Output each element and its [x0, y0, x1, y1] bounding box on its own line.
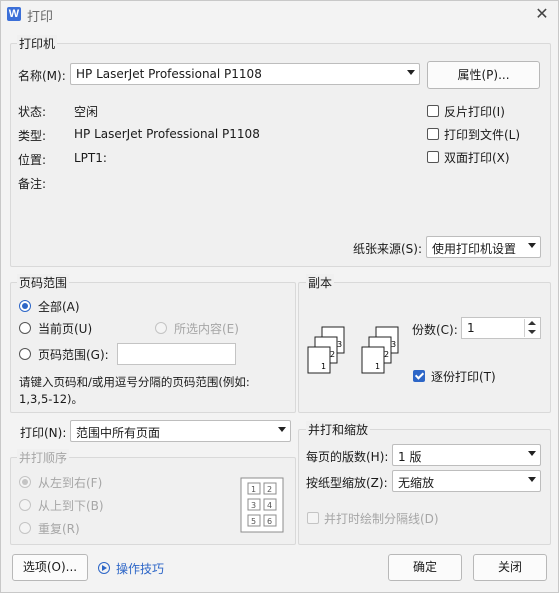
print-to-file-label[interactable]: 打印到文件(L) — [444, 126, 520, 143]
page-range-hint-line1: 请键入页码和/或用逗号分隔的页码范围(例如: — [19, 375, 250, 389]
copies-count-input[interactable]: 1 — [461, 317, 541, 339]
increment-arrow-icon[interactable] — [524, 319, 539, 328]
draw-separator-label[interactable]: 并打时绘制分隔线(D) — [324, 510, 439, 527]
title-bar: W 打印 ✕ — [1, 1, 558, 28]
page-stack-1: 3 2 1 — [307, 326, 345, 374]
preview-number: 4 — [267, 501, 272, 510]
ok-button[interactable]: 确定 — [388, 554, 462, 581]
printer-name-label: 名称(M): — [18, 69, 66, 83]
page-range-group-title: 页码范围 — [17, 274, 70, 291]
print-to-file-checkbox[interactable] — [427, 128, 439, 140]
type-value: HP LaserJet Professional P1108 — [74, 127, 260, 141]
scale-label: 按纸型缩放(Z): — [306, 476, 388, 490]
print-what-select[interactable]: 范围中所有页面 — [70, 420, 291, 442]
wps-writer-icon: W — [7, 7, 21, 21]
status-value: 空闲 — [74, 105, 99, 119]
page-number: 1 — [375, 362, 380, 371]
order-repeat-label[interactable]: 重复(R) — [38, 520, 80, 537]
copies-group-title: 副本 — [306, 274, 335, 291]
zoom-group-title: 并打和缩放 — [306, 421, 371, 438]
dialog-title: 打印 — [27, 10, 54, 25]
order-repeat-radio[interactable] — [19, 522, 31, 534]
collate-preview-icon: 3 2 1 3 2 1 — [307, 326, 399, 374]
print-dialog: W 打印 ✕ 打印机 名称(M): HP LaserJet Profession… — [0, 0, 559, 593]
location-label: 位置: — [18, 153, 47, 167]
comment-label: 备注: — [18, 177, 47, 191]
play-tips-icon[interactable] — [98, 562, 110, 574]
page-number: 2 — [384, 350, 389, 359]
paper-source-value: 使用打印机设置 — [432, 242, 517, 256]
pages-per-sheet-value: 1 版 — [398, 450, 422, 464]
pages-per-sheet-label: 每页的版数(H): — [306, 450, 389, 464]
close-button[interactable]: 关闭 — [473, 554, 547, 581]
location-value: LPT1: — [74, 151, 107, 165]
collate-checkbox[interactable] — [413, 370, 425, 382]
range-pages-radio[interactable] — [19, 348, 31, 360]
draw-separator-checkbox[interactable] — [307, 512, 319, 524]
duplex-checkbox[interactable] — [427, 151, 439, 163]
chevron-down-icon — [528, 477, 536, 482]
range-pages-label[interactable]: 页码范围(G): — [38, 346, 109, 363]
preview-number: 2 — [267, 485, 272, 494]
order-top-to-bottom-label[interactable]: 从上到下(B) — [38, 497, 104, 514]
range-all-label[interactable]: 全部(A) — [38, 298, 80, 315]
range-current-radio[interactable] — [19, 322, 31, 334]
printer-group-title: 打印机 — [17, 35, 58, 52]
chevron-down-icon — [528, 451, 536, 456]
type-label: 类型: — [18, 129, 47, 143]
status-label: 状态: — [18, 105, 47, 119]
pages-per-sheet-select[interactable]: 1 版 — [392, 444, 541, 466]
scale-value: 无缩放 — [398, 476, 435, 490]
preview-number: 5 — [251, 517, 256, 526]
page-number: 1 — [321, 362, 326, 371]
range-selection-radio[interactable] — [155, 322, 167, 334]
order-top-to-bottom-radio[interactable] — [19, 499, 31, 511]
range-selection-label[interactable]: 所选内容(E) — [174, 320, 239, 337]
printer-name-select[interactable]: HP LaserJet Professional P1108 — [70, 63, 420, 85]
range-current-label[interactable]: 当前页(U) — [38, 320, 92, 337]
paper-source-select[interactable]: 使用打印机设置 — [426, 236, 541, 258]
chevron-down-icon — [278, 427, 286, 432]
options-button[interactable]: 选项(O)... — [12, 554, 88, 581]
tips-link[interactable]: 操作技巧 — [116, 560, 164, 577]
chevron-down-icon — [407, 70, 415, 75]
page-number: 3 — [337, 340, 342, 349]
duplex-label[interactable]: 双面打印(X) — [444, 149, 510, 166]
reverse-print-label[interactable]: 反片打印(I) — [444, 103, 505, 120]
page-number: 2 — [330, 350, 335, 359]
order-left-to-right-radio[interactable] — [19, 476, 31, 488]
print-what-label: 打印(N): — [20, 426, 67, 440]
page-order-preview-icon: 1 2 3 4 5 6 — [240, 477, 284, 533]
page-range-input[interactable] — [117, 343, 236, 365]
close-window-icon[interactable]: ✕ — [532, 4, 552, 24]
preview-number: 1 — [251, 485, 256, 494]
copies-count-value: 1 — [467, 321, 475, 335]
collate-label[interactable]: 逐份打印(T) — [431, 368, 496, 385]
page-number: 3 — [391, 340, 396, 349]
scale-select[interactable]: 无缩放 — [392, 470, 541, 492]
order-left-to-right-label[interactable]: 从左到右(F) — [38, 474, 102, 491]
paper-source-label: 纸张来源(S): — [353, 242, 423, 256]
reverse-print-checkbox[interactable] — [427, 105, 439, 117]
decrement-arrow-icon[interactable] — [524, 328, 539, 337]
chevron-down-icon — [528, 243, 536, 248]
print-what-value: 范围中所有页面 — [76, 426, 161, 440]
preview-number: 6 — [267, 517, 272, 526]
copies-count-label: 份数(C): — [412, 323, 458, 337]
range-all-radio[interactable] — [19, 300, 31, 312]
pages-order-group-title: 并打顺序 — [17, 449, 70, 466]
page-stack-2: 3 2 1 — [361, 326, 399, 374]
page-range-hint-line2: 1,3,5-12)。 — [19, 392, 84, 406]
printer-name-value: HP LaserJet Professional P1108 — [76, 67, 262, 81]
properties-button[interactable]: 属性(P)... — [427, 61, 540, 89]
preview-number: 3 — [251, 501, 256, 510]
